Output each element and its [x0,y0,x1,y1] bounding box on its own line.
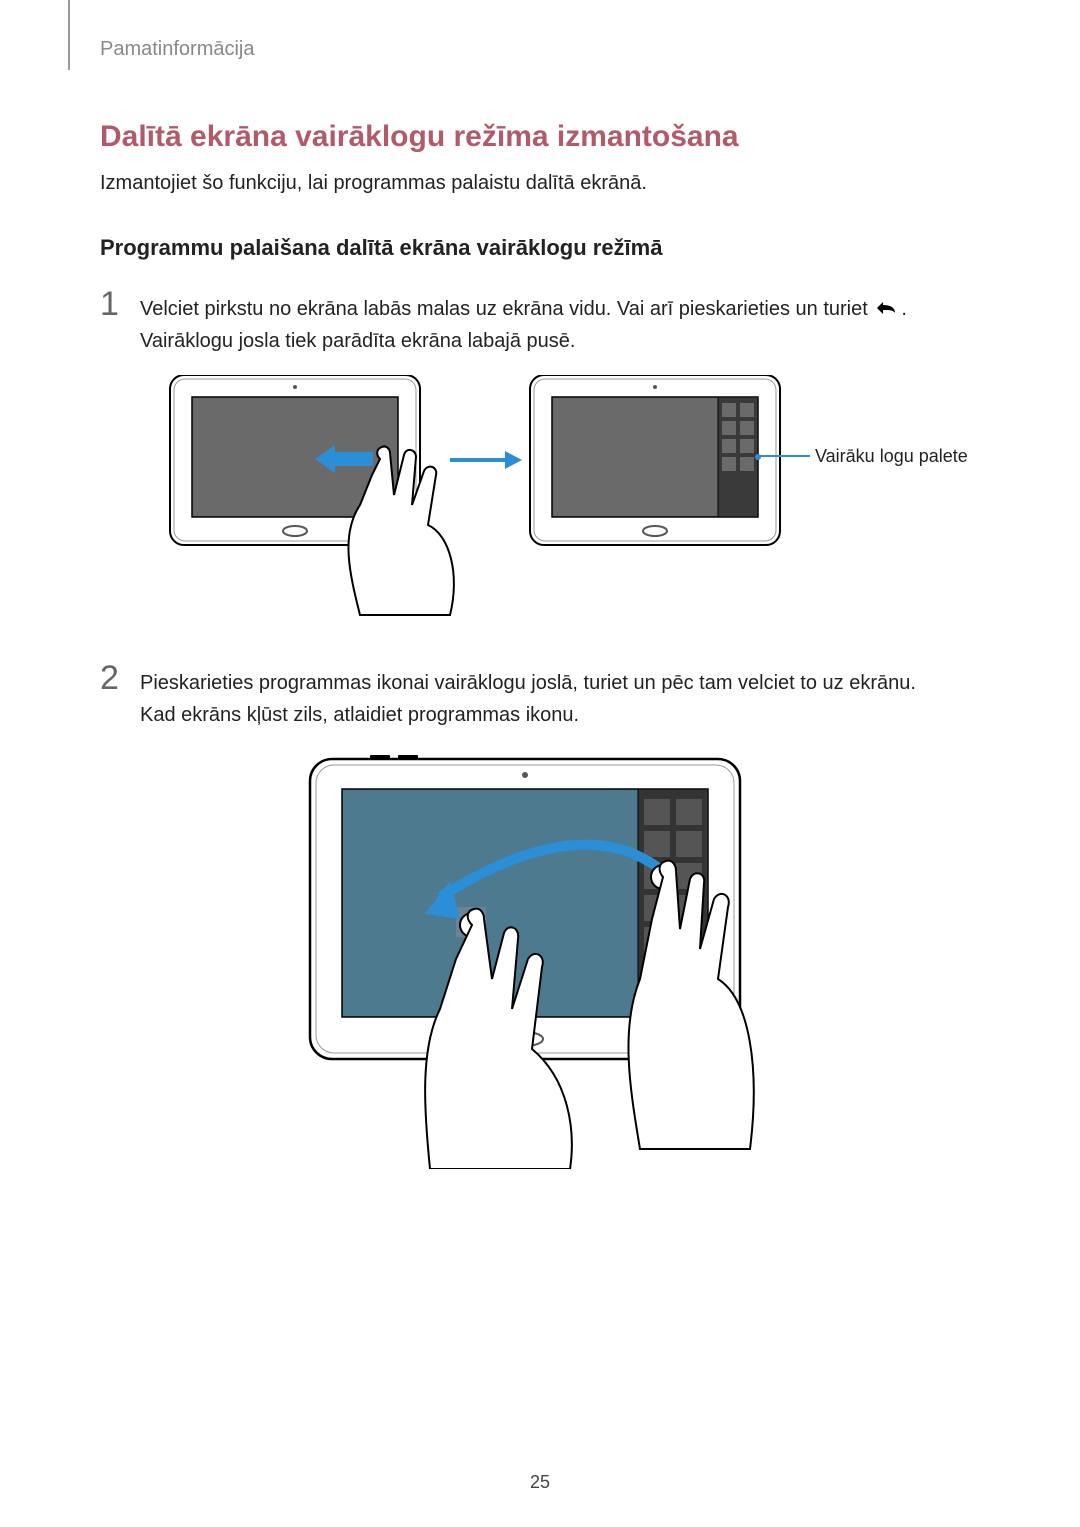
step-2-line2: Kad ekrāns kļūst zils, atlaidiet program… [140,704,579,726]
intro-text: Izmantojiet šo funkciju, lai programmas … [100,172,980,195]
section-header: Pamatinformācija [100,38,255,61]
page-title: Dalītā ekrāna vairāklogu režīma izmantoš… [100,120,980,154]
step-2-number: 2 [100,661,140,695]
header-rule [68,0,70,70]
step-2-line1: Pieskarieties programmas ikonai vairāklo… [140,672,916,694]
step-1-text-b: . [901,298,907,320]
subsection-title: Programmu palaišana dalītā ekrāna vairāk… [100,235,980,261]
callout-text: Vairāku logu palete [815,446,968,467]
step-2: 2 Pieskarieties programmas ikonai vairāk… [100,661,980,731]
figure-drag [280,749,800,1169]
figure-swipe: Vairāku logu palete [150,375,970,635]
page-number: 25 [0,1472,1080,1493]
step-1-body: Velciet pirkstu no ekrāna labās malas uz… [140,287,980,357]
step-1: 1 Velciet pirkstu no ekrāna labās malas … [100,287,980,357]
callout-line [758,455,810,457]
step-1-line2: Vairāklogu josla tiek parādīta ekrāna la… [140,330,575,352]
back-icon [873,298,901,318]
step-2-body: Pieskarieties programmas ikonai vairāklo… [140,661,980,731]
step-1-text-a: Velciet pirkstu no ekrāna labās malas uz… [140,298,873,320]
step-1-number: 1 [100,287,140,321]
